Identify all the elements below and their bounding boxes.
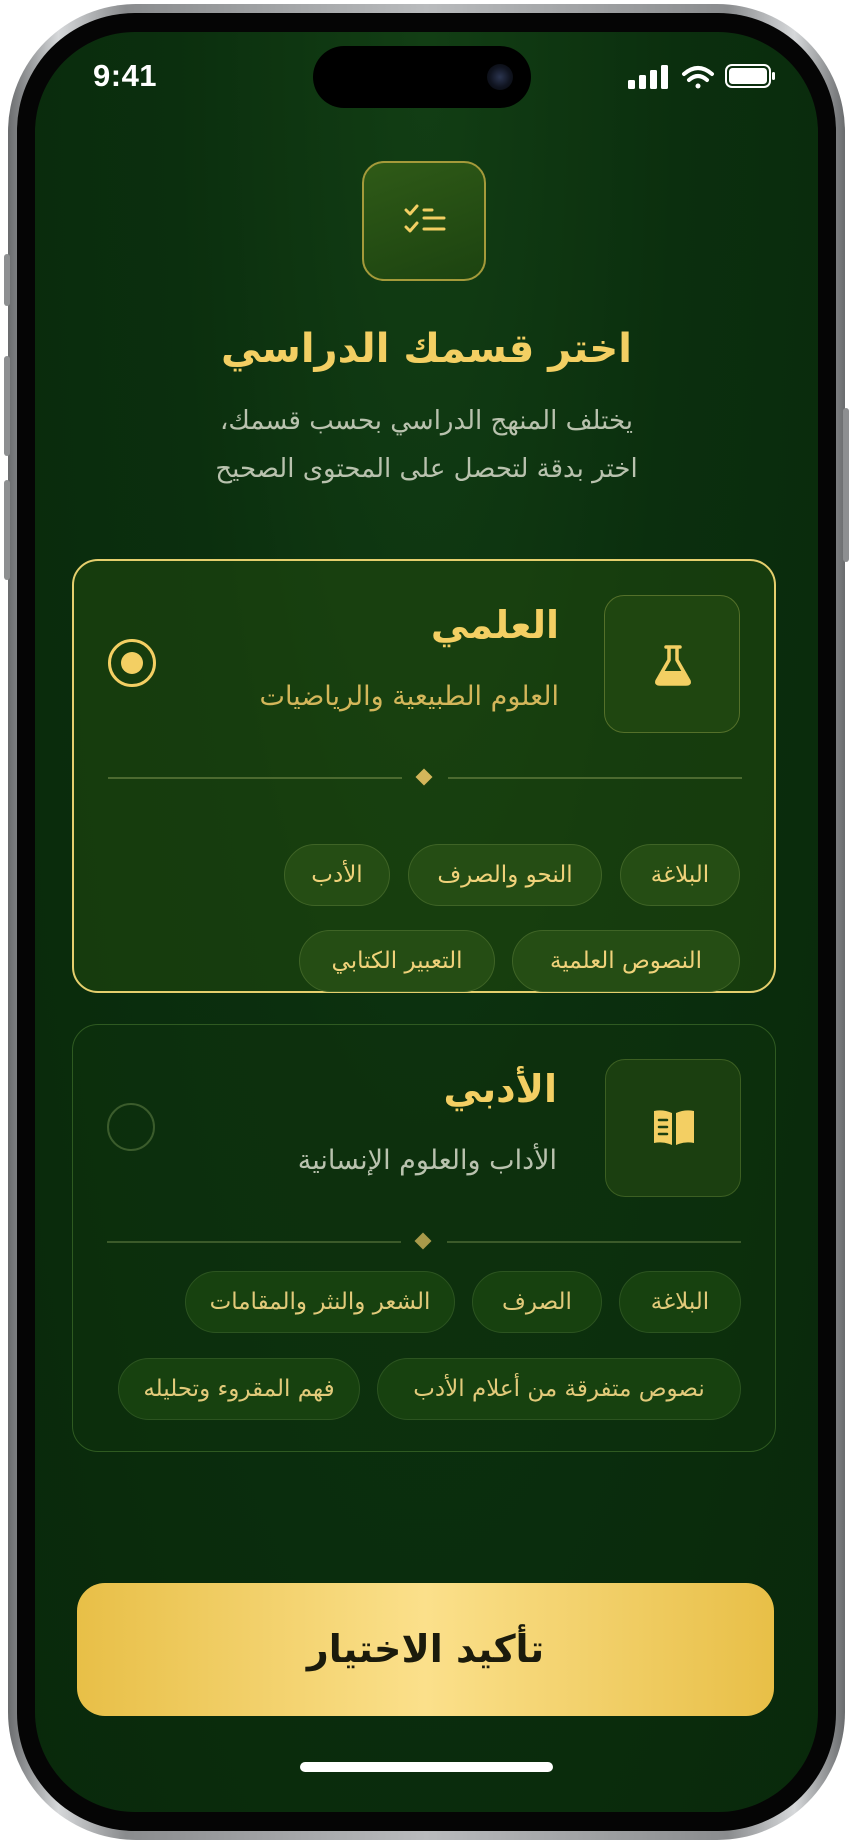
track-subtitle: الأداب والعلوم الإنسانية [297,1145,557,1176]
track-title: الأدبي [443,1067,557,1111]
track-radio-selected[interactable] [108,639,156,687]
action-button [4,254,10,306]
status-time: 9:41 [93,58,158,93]
flask-icon [655,645,691,686]
track-card-scientific[interactable]: العلمي العلوم الطبيعية والرياضيات البلاغ… [72,559,776,993]
power-button [843,408,849,562]
checklist-icon [404,204,446,233]
wifi-icon [682,66,714,89]
track-card-literary[interactable]: الأدبي الأداب والعلوم الإنسانية البلاغة … [72,1024,776,1452]
subject-chip: النصوص العلمية [512,930,740,992]
section-divider [108,768,742,786]
subject-chip: فهم المقروء وتحليله [118,1358,360,1420]
section-divider [107,1232,741,1250]
front-camera-icon [487,64,513,90]
subject-chip: الصرف [472,1271,602,1333]
home-indicator[interactable] [300,1762,553,1772]
cellular-signal-icon [628,65,668,89]
diamond-icon [414,1232,432,1250]
dynamic-island [313,46,531,108]
subject-chip: الأدب [284,844,390,906]
confirm-selection-button[interactable]: تأكيد الاختيار [77,1583,774,1716]
page-subtitle-line-2: اختر بدقة لتحصل على المحتوى الصحيح [215,454,638,484]
track-icon-box [605,1059,741,1197]
track-icon-box [604,595,740,733]
volume-down-button [4,480,10,580]
page-subtitle-line-1: يختلف المنهج الدراسي بحسب قسمك، [220,406,633,436]
battery-icon [725,64,775,88]
app-screen: 9:41 اختر قسمك الدراسي يختلف المنهج الدر… [35,32,818,1812]
checklist-icon-box [362,161,486,281]
track-subtitle: العلوم الطبيعية والرياضيات [259,681,559,712]
track-radio-unselected[interactable] [107,1103,155,1151]
subject-chip: البلاغة [620,844,740,906]
open-book-icon [654,1110,694,1145]
volume-up-button [4,356,10,456]
diamond-icon [415,768,433,786]
subject-chip: نصوص متفرقة من أعلام الأدب [377,1358,741,1420]
status-icons [624,62,784,92]
track-title: العلمي [430,603,559,647]
subject-chip: الشعر والنثر والمقامات [185,1271,455,1333]
subject-chip: النحو والصرف [408,844,602,906]
page-title: اختر قسمك الدراسي [221,326,632,372]
subject-chip: التعبير الكتابي [299,930,495,992]
subject-chip: البلاغة [619,1271,741,1333]
